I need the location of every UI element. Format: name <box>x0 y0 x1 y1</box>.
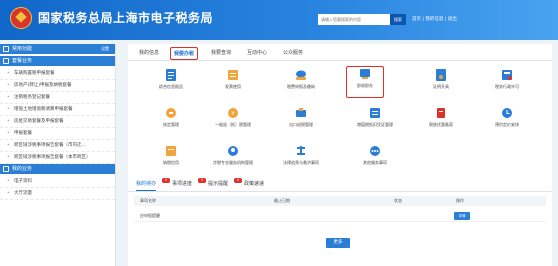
detail-button[interactable]: 详情 <box>454 212 470 220</box>
tab-interaction[interactable]: 互动中心 <box>242 47 272 60</box>
credit-icon <box>166 146 176 156</box>
top-header: 国家税务总局上海市电子税务局 搜索 首页 | 我的信息 | 退出 <box>0 0 558 40</box>
tab-query[interactable]: 我要查询 <box>206 47 236 60</box>
tax-declare-icon <box>296 70 306 80</box>
legal-icon <box>297 146 305 155</box>
service-deduction[interactable]: 增值税抵扣凭证管理 <box>346 106 404 136</box>
service-pricing[interactable]: 预约定价安排 <box>478 106 536 136</box>
sidebar-section-my-business[interactable]: 我的业务 <box>0 164 115 174</box>
agency-icon <box>228 146 238 156</box>
tax-bureau-logo-icon <box>10 7 32 29</box>
service-legal[interactable]: 法律追责与救济事项 <box>272 144 330 174</box>
svg-text:¥: ¥ <box>231 111 234 117</box>
preferential-icon <box>437 108 445 118</box>
sidebar-item[interactable]: 大厅流量 <box>0 188 115 200</box>
service-certificate[interactable]: 证明开具 <box>412 68 470 98</box>
package-icon <box>3 58 9 64</box>
header-links[interactable]: 首页 | 我的信息 | 退出 <box>412 16 457 22</box>
service-permit[interactable]: 税务行政许可 <box>478 68 536 98</box>
sidebar-item[interactable]: 电子资料 <box>0 176 115 188</box>
tab-tax-handling[interactable]: 我要办税 <box>170 47 198 60</box>
service-tax-declare[interactable]: 税费申报及缴纳 <box>272 68 330 98</box>
tab-my-info[interactable]: 我的信息 <box>134 47 164 60</box>
sidebar-item[interactable]: 注销税务登记套餐 <box>0 92 115 104</box>
service-preferential[interactable]: 税收优惠备案 <box>412 106 470 136</box>
business-icon <box>3 166 9 172</box>
sidebar-section-common[interactable]: 常用功能 设置 <box>0 44 115 54</box>
instant-icon <box>360 69 370 79</box>
settings-link[interactable]: 设置 <box>101 44 109 54</box>
search-button[interactable]: 搜索 <box>390 14 406 25</box>
other-icon <box>370 146 380 156</box>
deduction-icon <box>370 108 380 118</box>
count-badge: 0 <box>162 178 170 183</box>
refund-icon: ¥ <box>228 108 238 118</box>
tab-my-todo[interactable]: 我的待办 0 <box>136 178 170 191</box>
report-icon <box>166 69 176 81</box>
service-invoice[interactable]: 发票使用 <box>204 68 262 98</box>
invoice-icon <box>228 70 238 80</box>
lower-tabs: 我的待办 0 事项进度 5 提示提醒 0 政策速递 <box>128 178 552 192</box>
count-badge: 5 <box>198 178 206 183</box>
sidebar-item[interactable]: 跨区域涉税事项报告套餐（市内迁… <box>0 140 115 152</box>
search-input[interactable] <box>318 14 390 25</box>
tab-public-service[interactable]: 公众服务 <box>278 47 308 60</box>
star-icon <box>3 46 9 52</box>
sidebar-item[interactable]: 申报套餐 <box>0 128 115 140</box>
more-button[interactable]: 更多 <box>326 238 350 248</box>
tab-reminders[interactable]: 提示提醒 0 <box>208 178 242 187</box>
site-title: 国家税务总局上海市电子税务局 <box>38 11 214 25</box>
service-verify[interactable]: 核定管理 <box>142 106 200 136</box>
top-tabs: 我的信息 我要办税 我要查询 互动中心 公众服务 <box>128 47 552 61</box>
service-report[interactable]: 综合信息报告 <box>142 68 200 98</box>
permit-icon <box>502 70 512 80</box>
service-agency[interactable]: 涉税专业服务机构管理 <box>204 144 262 174</box>
service-credit[interactable]: 纳税信用 <box>142 144 200 174</box>
count-badge: 0 <box>234 178 242 183</box>
tab-policy[interactable]: 政策速递 <box>244 180 264 187</box>
sidebar-item[interactable]: 房地产(转让)申报及纳税套餐 <box>0 80 115 92</box>
certificate-icon <box>436 69 446 81</box>
table-header: 事项名称 截止日期 状态 操作 <box>134 196 546 206</box>
service-refund[interactable]: ¥ 一般退（抵）税管理 <box>204 106 262 136</box>
sidebar-item[interactable]: 车辆购置税申报套餐 <box>0 68 115 80</box>
sidebar-item[interactable]: 跨区域涉税事项报告套餐（本市跨区） <box>0 152 115 164</box>
sidebar: 常用功能 设置 套餐业务 车辆购置税申报套餐 房地产(转让)申报及纳税套餐 注销… <box>0 44 116 266</box>
verify-icon <box>166 108 176 118</box>
service-export-refund[interactable]: 出口退税管理 <box>272 106 330 136</box>
service-other[interactable]: 其他服务事项 <box>346 144 404 174</box>
export-refund-icon <box>296 108 306 117</box>
tab-progress[interactable]: 事项进度 5 <box>172 178 206 187</box>
service-instant[interactable]: 即收即办 <box>346 66 384 98</box>
pricing-icon <box>502 108 512 118</box>
table-row: 应申报提醒 详情 <box>134 210 546 222</box>
sidebar-item[interactable]: 房屋交易套餐及申报套餐 <box>0 116 115 128</box>
sidebar-item[interactable]: 增值土地增值税清算申报套餐 <box>0 104 115 116</box>
sidebar-section-package[interactable]: 套餐业务 <box>0 56 115 66</box>
main-panel: 我的信息 我要办税 我要查询 互动中心 公众服务 综合信息报告 发票使用 税费申… <box>128 44 552 266</box>
